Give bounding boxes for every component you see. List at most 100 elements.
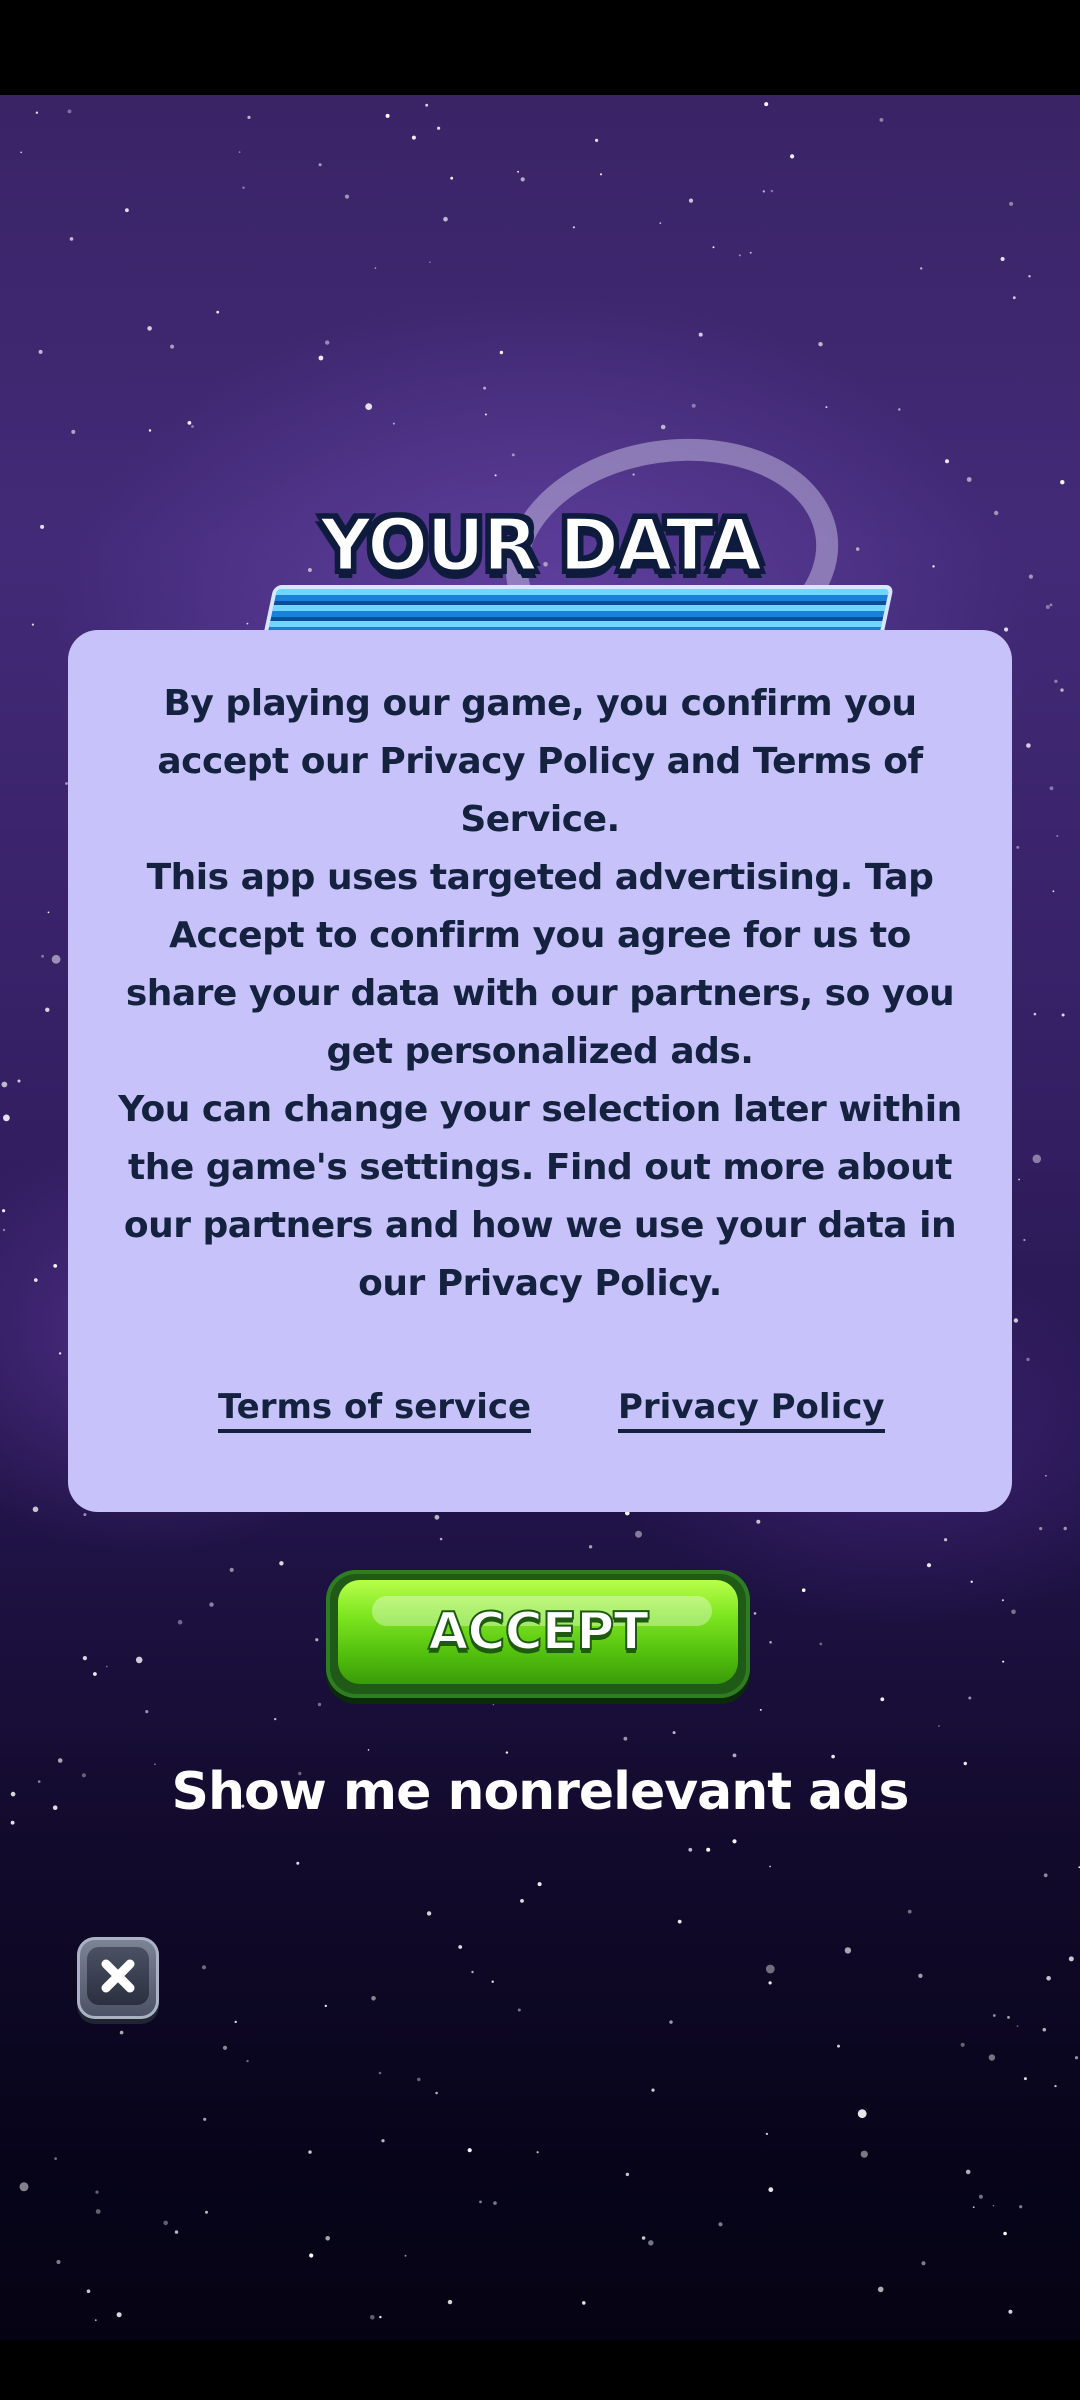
terms-of-service-link[interactable]: Terms of service <box>218 1385 532 1433</box>
star <box>93 1672 97 1676</box>
consent-paragraph-3: You can change your selection later with… <box>118 1089 962 1304</box>
star <box>698 332 703 337</box>
star <box>318 163 322 167</box>
star <box>972 2206 975 2209</box>
star <box>1045 605 1050 609</box>
star <box>242 186 245 189</box>
star <box>174 2230 179 2234</box>
star <box>963 1761 967 1766</box>
star <box>1060 688 1064 692</box>
star <box>325 340 330 345</box>
star <box>966 477 972 482</box>
star <box>163 2220 168 2226</box>
star <box>879 118 884 122</box>
star <box>81 1773 86 1778</box>
star <box>67 109 72 114</box>
star <box>595 138 599 142</box>
star <box>1007 2016 1010 2019</box>
star <box>1000 257 1005 261</box>
privacy-policy-link[interactable]: Privacy Policy <box>618 1385 885 1433</box>
star <box>511 453 515 457</box>
star <box>641 2236 646 2240</box>
star <box>51 954 61 964</box>
star <box>1018 1178 1020 1181</box>
star <box>623 1736 628 1741</box>
star <box>818 342 823 347</box>
star <box>1019 2205 1023 2209</box>
star <box>688 1847 693 1852</box>
star <box>447 2299 453 2305</box>
star <box>1056 835 1059 837</box>
star <box>344 194 350 199</box>
star <box>582 2301 586 2305</box>
star <box>945 459 949 464</box>
star <box>994 510 999 516</box>
star <box>246 622 249 625</box>
star <box>308 2150 312 2154</box>
star <box>116 2312 122 2318</box>
star <box>688 198 694 203</box>
star <box>429 261 431 264</box>
star <box>1046 1976 1051 1981</box>
star <box>378 2071 382 2075</box>
star <box>1008 2309 1013 2314</box>
star <box>712 246 715 249</box>
star <box>1003 2231 1007 2236</box>
star <box>769 1641 772 1644</box>
star <box>367 1749 370 1751</box>
star <box>41 954 44 958</box>
star <box>187 421 192 425</box>
star <box>379 2315 382 2319</box>
star <box>47 911 50 914</box>
star <box>177 1619 183 1625</box>
close-button[interactable] <box>77 1937 159 2019</box>
star <box>965 2169 971 2175</box>
accept-button-label: ACCEPT <box>427 1601 650 1663</box>
star <box>768 2187 774 2193</box>
star <box>765 1964 775 1974</box>
star <box>1016 2025 1019 2028</box>
star <box>1074 2056 1079 2060</box>
star <box>145 1710 149 1714</box>
star <box>944 1538 948 1542</box>
star <box>411 135 416 140</box>
star <box>95 2209 101 2214</box>
star <box>732 1839 737 1844</box>
accept-button[interactable]: ACCEPT <box>326 1570 750 1698</box>
star <box>1039 1527 1043 1531</box>
star <box>520 1899 524 1903</box>
star <box>837 2044 840 2048</box>
star <box>770 189 774 193</box>
star <box>450 176 454 180</box>
star <box>135 1656 143 1664</box>
star <box>40 524 45 529</box>
star <box>1043 1873 1048 1878</box>
star <box>370 2315 375 2320</box>
star <box>706 1847 711 1852</box>
star <box>588 1545 593 1549</box>
star <box>467 2148 472 2153</box>
star <box>1012 296 1016 300</box>
star <box>31 623 34 626</box>
star <box>83 1513 87 1517</box>
star <box>392 422 395 425</box>
star <box>677 1919 682 1924</box>
star <box>672 1731 676 1735</box>
star <box>35 111 39 114</box>
consent-paragraph-2: This app uses targeted advertising. Tap … <box>125 857 955 1072</box>
star <box>56 2259 61 2265</box>
star <box>417 2077 421 2082</box>
star <box>19 2182 29 2192</box>
star <box>216 310 220 314</box>
star <box>921 2261 926 2266</box>
star <box>371 1996 376 2001</box>
star <box>635 1530 642 1538</box>
star <box>992 2014 996 2017</box>
star <box>105 1665 108 1668</box>
star <box>764 102 769 107</box>
navigation-bar <box>0 2340 1080 2400</box>
star <box>426 1911 432 1916</box>
star <box>471 1970 474 1974</box>
show-nonrelevant-ads-button[interactable]: Show me nonrelevant ads <box>140 1752 940 1832</box>
star <box>483 386 487 390</box>
